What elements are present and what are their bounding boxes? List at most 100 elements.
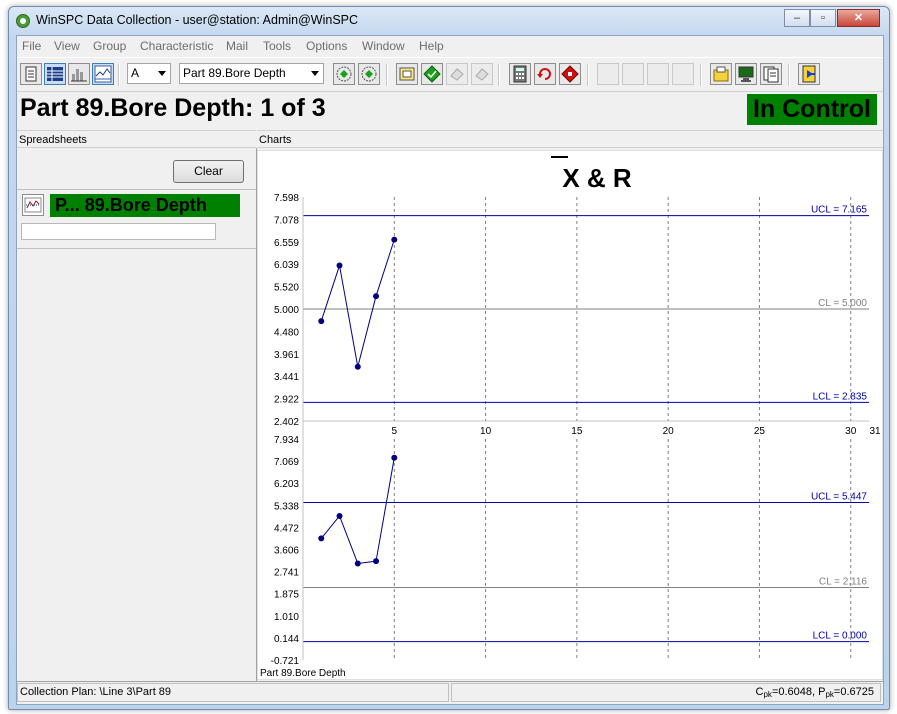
xbar-data-point (318, 318, 325, 325)
collection-plan-status: Collection Plan: \Line 3\Part 89 (17, 683, 449, 702)
range-control-line-label: UCL = 5.447 (811, 492, 867, 503)
charts-pane: X & R 7.598 7.078 6.559 6.039 5.520 5.000 4.48… (256, 149, 884, 681)
next-characteristic-icon[interactable] (358, 63, 380, 85)
menu-options[interactable]: Options (306, 39, 347, 53)
x-tick-label: 25 (754, 426, 766, 437)
spreadsheets-pane: Clear P... 89.Bore Depth (17, 148, 257, 681)
spreadsheet-entry-field[interactable] (21, 223, 216, 240)
xbar-y-tick-label: 6.559 (274, 238, 299, 249)
range-y-tick-label: 2.741 (274, 568, 299, 579)
window-title: WinSPC Data Collection - user@station: A… (36, 13, 359, 27)
xbar-data-point (336, 262, 343, 269)
client-area: File View Group Characteristic Mail Tool… (16, 35, 884, 705)
x-tick-label: 5 (392, 426, 398, 437)
stop-icon[interactable] (559, 63, 581, 85)
exit-icon[interactable] (798, 63, 820, 85)
refresh-icon[interactable] (534, 63, 556, 85)
accept-data-icon[interactable] (421, 63, 443, 85)
spreadsheet-label[interactable]: P... 89.Bore Depth (50, 194, 240, 217)
range-control-line-label: CL = 2.116 (819, 577, 868, 588)
range-data-point (391, 454, 398, 461)
group-combo-value: A (131, 66, 140, 80)
calculator-icon[interactable] (509, 63, 531, 85)
characteristic-combo-value: Part 89.Bore Depth (183, 66, 286, 80)
spreadsheets-pane-header: Spreadsheets (17, 130, 256, 148)
data-entry-icon[interactable] (396, 63, 418, 85)
xbar-y-tick-label: 4.480 (274, 327, 299, 338)
blank-button-4[interactable] (672, 63, 694, 85)
xbar-r-chart: X & R 7.598 7.078 6.559 6.039 5.520 5.000 4.48… (256, 149, 884, 681)
toolbar-separator (118, 64, 120, 86)
toolbar-separator (788, 64, 790, 86)
xbar-data-point (373, 293, 380, 300)
minimize-button[interactable]: – (784, 9, 810, 27)
range-y-tick-label: 6.203 (274, 479, 299, 490)
x-tick-label: 30 (845, 426, 857, 437)
menu-view[interactable]: View (54, 39, 80, 53)
group-combo[interactable]: A (127, 63, 171, 84)
xbar-control-line-label: LCL = 2.835 (813, 391, 868, 402)
menu-help[interactable]: Help (419, 39, 444, 53)
blank-button-2[interactable] (622, 63, 644, 85)
monitor-icon[interactable] (735, 63, 757, 85)
xbar-control-line-label: UCL = 7.165 (811, 205, 867, 216)
xbar-y-tick-label: 2.922 (274, 395, 299, 406)
control-status-badge: In Control (746, 94, 877, 125)
blank-button-1[interactable] (597, 63, 619, 85)
xbar-y-tick-label: 7.078 (274, 215, 299, 226)
app-window: WinSPC Data Collection - user@station: A… (8, 6, 890, 710)
range-data-point (318, 535, 325, 542)
menu-window[interactable]: Window (362, 39, 405, 53)
toolbar-separator (498, 64, 500, 86)
spreadsheet-item[interactable]: P... 89.Bore Depth (17, 189, 256, 249)
close-button[interactable]: ✕ (837, 9, 880, 27)
menu-group[interactable]: Group (93, 39, 126, 53)
status-bar: Collection Plan: \Line 3\Part 89 Cpk=0.6… (17, 681, 883, 704)
range-data-point (354, 560, 361, 567)
documents-icon[interactable] (760, 63, 782, 85)
clear-button[interactable]: Clear (173, 160, 244, 183)
range-y-tick-label: 7.069 (274, 457, 299, 468)
xbar-y-tick-label: 3.961 (274, 350, 299, 361)
xbar-y-tick-label: 3.441 (274, 372, 299, 383)
range-data-point (336, 512, 343, 519)
ppk-value: =0.6725 (833, 686, 874, 698)
erase-icon[interactable] (446, 63, 468, 85)
cpk-subscript: pk (763, 690, 772, 699)
range-control-line-label: LCL = 0.000 (813, 631, 868, 642)
characteristic-combo[interactable]: Part 89.Bore Depth (179, 63, 324, 84)
range-y-tick-label: 4.472 (274, 523, 299, 534)
histogram-icon[interactable] (68, 63, 90, 85)
menu-tools[interactable]: Tools (263, 39, 291, 53)
chart-thumbnail-icon[interactable] (22, 194, 44, 216)
delete-icon[interactable] (471, 63, 493, 85)
menu-characteristic[interactable]: Characteristic (140, 39, 213, 53)
previous-characteristic-icon[interactable] (333, 63, 355, 85)
title-bar[interactable]: WinSPC Data Collection - user@station: A… (9, 7, 889, 34)
range-y-tick-label: 7.934 (274, 435, 299, 446)
ppk-subscript: pk (825, 690, 834, 699)
chart-title: X & R (562, 163, 632, 193)
cpk-value: =0.6048, (771, 686, 819, 698)
toolbar-separator (587, 64, 589, 86)
x-tick-label: 31 (869, 426, 881, 437)
x-tick-label: 10 (480, 426, 492, 437)
chevron-down-icon (158, 71, 166, 76)
menu-file[interactable]: File (22, 39, 41, 53)
maximize-button[interactable]: ▫ (810, 9, 836, 27)
characteristic-header: Part 89.Bore Depth: 1 of 3 In Control (17, 92, 883, 128)
chart-view-icon[interactable] (92, 63, 114, 85)
spreadsheet-view-icon[interactable] (44, 63, 66, 85)
notes-icon[interactable] (710, 63, 732, 85)
menu-mail[interactable]: Mail (226, 39, 248, 53)
toolbar-separator (700, 64, 702, 86)
range-y-tick-label: 1.010 (274, 612, 299, 623)
blank-button-3[interactable] (647, 63, 669, 85)
print-icon[interactable] (20, 63, 42, 85)
menu-bar: File View Group Characteristic Mail Tool… (17, 36, 883, 56)
xbar-y-tick-label: 7.598 (274, 193, 299, 204)
xbar-y-tick-label: 2.402 (274, 417, 299, 428)
page-title: Part 89.Bore Depth: 1 of 3 (20, 94, 326, 122)
xbar-control-line-label: CL = 5.000 (818, 298, 867, 309)
range-y-tick-label: 1.875 (274, 590, 299, 601)
